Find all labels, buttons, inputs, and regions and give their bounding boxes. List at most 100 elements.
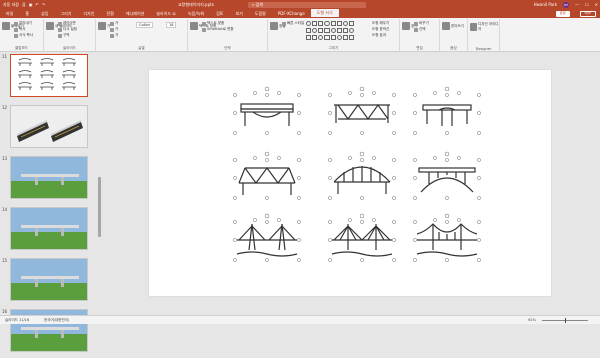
resize-handle[interactable]	[253, 91, 257, 95]
resize-handle[interactable]	[360, 196, 364, 200]
resize-handle[interactable]	[277, 218, 281, 222]
resize-handle[interactable]	[392, 238, 396, 242]
resize-handle[interactable]	[392, 111, 396, 115]
resize-handle[interactable]	[445, 93, 449, 97]
resize-handle[interactable]	[297, 258, 301, 262]
tab-0[interactable]: 파일	[0, 9, 19, 18]
resize-handle[interactable]	[265, 158, 269, 162]
autosave-label[interactable]: 자동 저장	[3, 2, 19, 8]
shape-icon[interactable]	[342, 35, 348, 40]
resize-handle[interactable]	[328, 111, 332, 115]
resize-handle[interactable]	[360, 258, 364, 262]
tab-3[interactable]: 그리기	[54, 9, 77, 18]
undo-icon[interactable]: ↶	[35, 2, 38, 7]
shape-icon[interactable]	[312, 21, 318, 26]
tab-10[interactable]: 보기	[229, 9, 248, 18]
tab-5[interactable]: 전환	[101, 9, 120, 18]
shape-icon[interactable]	[324, 35, 330, 40]
resize-handle[interactable]	[328, 176, 332, 180]
shape-icon[interactable]	[336, 28, 342, 33]
tab-9[interactable]: 검토	[210, 9, 229, 18]
resize-handle[interactable]	[277, 156, 281, 160]
slide-thumbnail-item[interactable]: 11	[0, 52, 98, 103]
slide-thumbnail[interactable]	[10, 207, 88, 250]
resize-handle[interactable]	[477, 93, 481, 97]
maximize-icon[interactable]: ☐	[585, 2, 589, 7]
shape-option-button[interactable]: 도형 채우기	[372, 21, 389, 26]
resize-handle[interactable]	[233, 131, 237, 135]
resize-handle[interactable]	[328, 220, 332, 224]
rotate-handle[interactable]	[359, 213, 365, 219]
save-icon[interactable]: ▣	[29, 2, 33, 7]
search-input[interactable]: ⌕ 검색	[248, 1, 366, 8]
shape-icon[interactable]	[330, 28, 336, 33]
shape-icon[interactable]	[348, 21, 354, 26]
shape-option-button[interactable]: 도형 효과	[372, 33, 386, 38]
deck-arch-bridge-diagram[interactable]	[413, 151, 481, 200]
minimize-icon[interactable]: —	[575, 2, 579, 7]
shape-icon[interactable]	[312, 28, 318, 33]
ribbon-button[interactable]: 구역	[58, 33, 69, 38]
ribbon-button[interactable]: 선택	[414, 27, 425, 32]
resize-handle[interactable]	[360, 158, 364, 162]
resize-handle[interactable]	[433, 91, 437, 95]
resize-handle[interactable]	[392, 93, 396, 97]
ribbon-button[interactable]: 레이아웃	[58, 21, 76, 26]
resize-handle[interactable]	[253, 156, 257, 160]
resize-handle[interactable]	[392, 158, 396, 162]
resize-handle[interactable]	[253, 218, 257, 222]
resize-handle[interactable]	[360, 93, 364, 97]
resize-handle[interactable]	[445, 220, 449, 224]
resize-handle[interactable]	[477, 176, 481, 180]
resize-handle[interactable]	[328, 238, 332, 242]
shape-icon[interactable]	[342, 21, 348, 26]
ribbon-button[interactable]: SmartArt로 변환	[202, 27, 234, 32]
resize-handle[interactable]	[457, 156, 461, 160]
resize-handle[interactable]	[297, 131, 301, 135]
resize-handle[interactable]	[413, 258, 417, 262]
resize-handle[interactable]	[477, 111, 481, 115]
resize-handle[interactable]	[233, 93, 237, 97]
ribbon-button[interactable]: 가	[110, 33, 118, 38]
resize-handle[interactable]	[233, 158, 237, 162]
close-icon[interactable]: ✕	[595, 2, 598, 7]
shape-icon[interactable]	[348, 28, 354, 33]
truss-bridge-diagram[interactable]	[328, 86, 396, 135]
resize-handle[interactable]	[413, 131, 417, 135]
shape-icon[interactable]	[330, 35, 336, 40]
shape-icon[interactable]	[306, 28, 312, 33]
resize-handle[interactable]	[328, 93, 332, 97]
tied-arch-bridge-diagram[interactable]	[328, 151, 396, 200]
resize-handle[interactable]	[265, 93, 269, 97]
shape-icon[interactable]	[336, 21, 342, 26]
resize-handle[interactable]	[348, 91, 352, 95]
resize-handle[interactable]	[433, 218, 437, 222]
resize-handle[interactable]	[477, 158, 481, 162]
resize-handle[interactable]	[372, 156, 376, 160]
shape-icon[interactable]	[318, 35, 324, 40]
slide-thumbnail[interactable]	[10, 105, 88, 148]
shape-icon[interactable]	[348, 35, 354, 40]
slide-thumbnail-item[interactable]: 12	[0, 103, 98, 154]
shape-option-button[interactable]: 도형 윤곽선	[372, 27, 389, 32]
resize-handle[interactable]	[457, 91, 461, 95]
resize-handle[interactable]	[233, 176, 237, 180]
suspension-bridge-diagram[interactable]	[413, 213, 481, 262]
rotate-handle[interactable]	[359, 86, 365, 92]
tab-6[interactable]: 애니메이션	[120, 9, 150, 18]
ribbon-button[interactable]: 가	[110, 21, 118, 26]
rotate-handle[interactable]	[444, 86, 450, 92]
ribbon-button[interactable]: 복사	[14, 27, 25, 32]
comments-button[interactable]: 메모	[579, 10, 596, 17]
resize-handle[interactable]	[348, 156, 352, 160]
shape-icon[interactable]	[306, 21, 312, 26]
ribbon-button[interactable]: 받아쓰기	[442, 22, 464, 30]
rotate-handle[interactable]	[359, 151, 365, 157]
tab-11[interactable]: 도움말	[249, 9, 272, 18]
resize-handle[interactable]	[413, 196, 417, 200]
resize-handle[interactable]	[477, 196, 481, 200]
rotate-handle[interactable]	[264, 151, 270, 157]
ribbon-button[interactable]: 서식 복사	[14, 33, 33, 38]
resize-handle[interactable]	[233, 238, 237, 242]
resize-handle[interactable]	[392, 196, 396, 200]
